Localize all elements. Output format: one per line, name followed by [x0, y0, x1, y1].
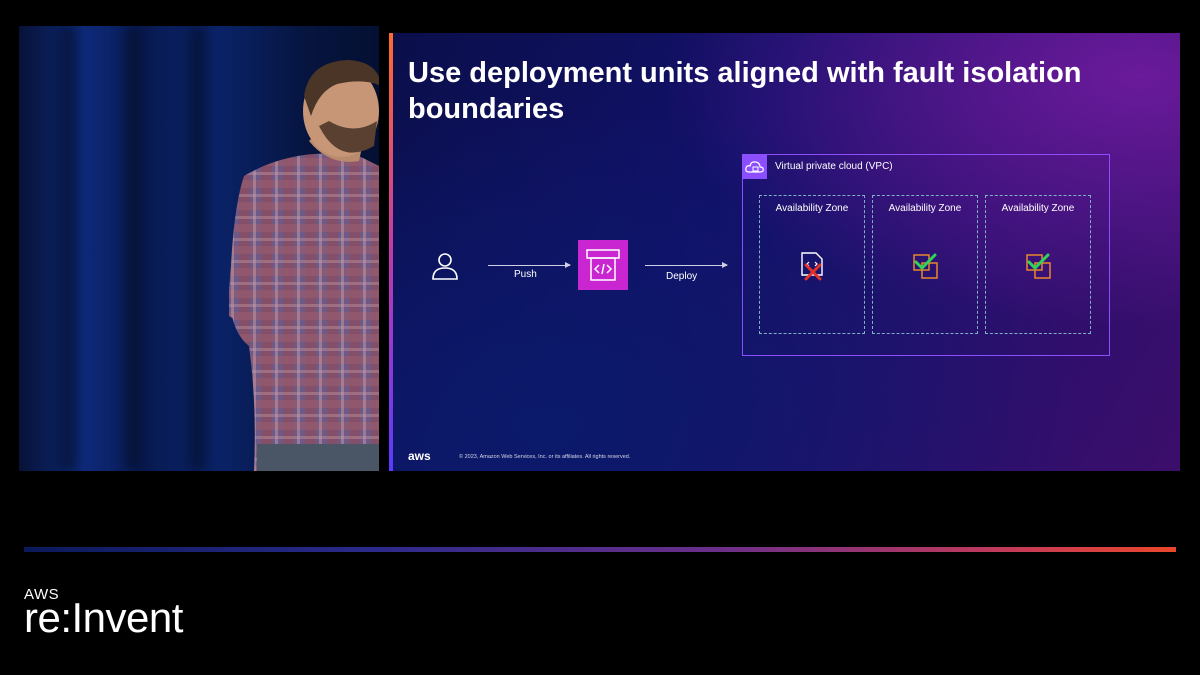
- availability-zone-1: Availability Zone: [759, 195, 865, 334]
- speaker-figure: [229, 60, 379, 471]
- deploy-arrow: [645, 262, 728, 268]
- push-label: Push: [514, 269, 537, 280]
- accent-bar: [389, 33, 393, 471]
- deploy-label: Deploy: [666, 271, 698, 282]
- vpc-cloud-icon: [743, 155, 767, 179]
- az-label: Availability Zone: [775, 203, 849, 214]
- brand-divider: [24, 547, 1176, 552]
- healthy-instance-icon: [913, 253, 938, 279]
- az-label: Availability Zone: [888, 203, 962, 214]
- vpc-group: Virtual private cloud (VPC) Availability…: [742, 154, 1110, 356]
- push-arrow: [488, 262, 571, 268]
- aws-logo: aws: [408, 449, 431, 463]
- speaker-video: [19, 26, 379, 471]
- reinvent-name-text: re:Invent: [24, 594, 183, 641]
- code-pipeline-icon: [578, 240, 628, 290]
- az-label: Availability Zone: [1001, 203, 1075, 214]
- failed-deployment-icon: [801, 252, 823, 281]
- availability-zone-3: Availability Zone: [985, 195, 1091, 334]
- availability-zone-2: Availability Zone: [872, 195, 978, 334]
- copyright-notice: © 2023, Amazon Web Services, Inc. or its…: [459, 454, 631, 460]
- presentation-slide: Use deployment units aligned with fault …: [389, 33, 1180, 471]
- user-icon: [432, 253, 458, 280]
- healthy-instance-icon: [1026, 253, 1051, 279]
- slide-title: Use deployment units aligned with fault …: [408, 57, 1082, 125]
- vpc-label: Virtual private cloud (VPC): [775, 161, 893, 172]
